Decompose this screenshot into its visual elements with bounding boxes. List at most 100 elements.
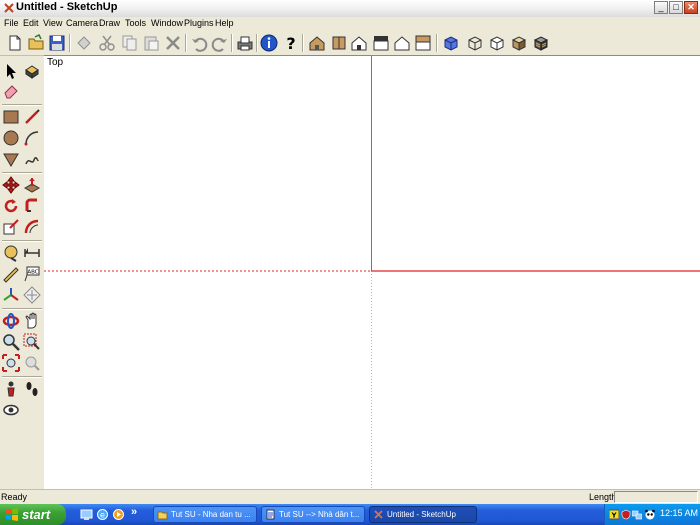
length-label: Length <box>589 492 617 502</box>
back-view-icon[interactable] <box>393 34 411 52</box>
task-item-sketchup[interactable]: Untitled - SketchUp <box>369 506 477 523</box>
front-view-icon[interactable] <box>350 34 368 52</box>
select-arrow-icon[interactable] <box>2 62 20 80</box>
quicklaunch-overflow[interactable]: » <box>131 506 137 518</box>
menu-plugins[interactable]: Plugins <box>184 18 214 28</box>
print-icon[interactable] <box>236 34 254 52</box>
menu-draw[interactable]: Draw <box>99 18 120 28</box>
panda-antivirus-icon[interactable] <box>645 509 655 520</box>
undo-icon[interactable] <box>190 34 208 52</box>
cut-icon[interactable] <box>98 34 116 52</box>
look-around-icon[interactable] <box>2 401 20 419</box>
textured-icon[interactable] <box>532 34 550 52</box>
redo-icon[interactable] <box>211 34 229 52</box>
internet-explorer-icon[interactable]: e <box>96 508 109 521</box>
left-view-icon[interactable] <box>414 34 432 52</box>
toolbar-separator <box>231 34 233 52</box>
help-icon[interactable]: ? <box>282 34 300 52</box>
hidden-line-icon[interactable] <box>488 34 506 52</box>
close-button[interactable]: ✕ <box>684 1 698 14</box>
toolbar-separator <box>256 34 258 52</box>
menu-view[interactable]: View <box>43 18 62 28</box>
minimize-button[interactable]: _ <box>654 1 668 14</box>
shield-icon[interactable] <box>621 509 631 520</box>
start-button[interactable]: start <box>0 504 66 525</box>
rotate-icon[interactable] <box>2 197 20 215</box>
right-view-icon[interactable] <box>372 34 390 52</box>
show-desktop-icon[interactable] <box>80 508 93 521</box>
menu-bar: File Edit View Camera Draw Tools Window … <box>0 17 700 31</box>
folder-icon <box>157 511 168 520</box>
erase-selection-icon[interactable] <box>75 34 93 52</box>
eraser-icon[interactable] <box>2 82 20 100</box>
axes-icon[interactable] <box>2 286 20 304</box>
move-icon[interactable] <box>2 176 20 194</box>
palette-separator <box>2 104 42 106</box>
maximize-button[interactable]: □ <box>669 1 683 14</box>
task-item-document[interactable]: Tut SU --> Nhà dân t... <box>261 506 365 523</box>
make-component-icon[interactable] <box>23 62 41 80</box>
protractor-icon[interactable] <box>2 265 20 283</box>
previous-view-icon[interactable] <box>23 354 41 372</box>
offset-icon[interactable] <box>23 218 41 236</box>
zoom-icon[interactable] <box>2 333 20 351</box>
text-tool-icon[interactable]: ABC <box>23 265 41 283</box>
xray-icon[interactable] <box>442 34 460 52</box>
rectangle-icon[interactable] <box>2 108 20 126</box>
polygon-icon[interactable] <box>2 150 20 168</box>
task-item-label: Tut SU --> Nhà dân t... <box>279 510 360 519</box>
freehand-icon[interactable] <box>23 150 41 168</box>
push-pull-icon[interactable] <box>23 176 41 194</box>
sketchup-icon <box>374 510 383 519</box>
task-item-folder[interactable]: Tut SU - Nha dan tu ... <box>153 506 257 523</box>
menu-edit[interactable]: Edit <box>23 18 39 28</box>
tape-measure-icon[interactable] <box>2 244 20 262</box>
pencil-line-icon[interactable] <box>23 108 41 126</box>
walk-icon[interactable] <box>23 380 41 398</box>
save-icon[interactable] <box>48 34 66 52</box>
3d-text-icon[interactable] <box>23 286 41 304</box>
circle-icon[interactable] <box>2 129 20 147</box>
copy-icon[interactable] <box>120 34 138 52</box>
dimension-icon[interactable] <box>23 244 41 262</box>
menu-camera[interactable]: Camera <box>66 18 98 28</box>
top-view-icon[interactable] <box>330 34 348 52</box>
zoom-extents-icon[interactable] <box>2 354 20 372</box>
document-icon <box>266 509 275 520</box>
zoom-window-icon[interactable] <box>23 333 41 351</box>
info-icon[interactable] <box>260 34 278 52</box>
palette-separator <box>2 172 42 174</box>
menu-file[interactable]: File <box>4 18 19 28</box>
new-file-icon[interactable] <box>6 34 24 52</box>
arc-icon[interactable] <box>23 129 41 147</box>
follow-me-icon[interactable] <box>23 197 41 215</box>
open-folder-icon[interactable] <box>27 34 45 52</box>
scale-icon[interactable] <box>2 218 20 236</box>
shaded-icon[interactable] <box>510 34 528 52</box>
length-input[interactable] <box>614 491 698 503</box>
palette-separator <box>2 376 42 378</box>
clock: 12:15 AM <box>660 508 699 518</box>
start-label: start <box>22 507 51 522</box>
svg-text:Y: Y <box>610 512 617 520</box>
system-tray: Y 12:15 AM <box>604 504 700 525</box>
pan-hand-icon[interactable] <box>23 312 41 330</box>
sketchup-app-icon[interactable] <box>3 2 15 14</box>
menu-tools[interactable]: Tools <box>125 18 146 28</box>
window-title: Untitled - SketchUp <box>16 1 118 13</box>
menu-window[interactable]: Window <box>151 18 183 28</box>
menu-help[interactable]: Help <box>215 18 234 28</box>
orbit-icon[interactable] <box>2 312 20 330</box>
media-player-icon[interactable] <box>112 508 125 521</box>
iso-view-icon[interactable] <box>308 34 326 52</box>
wireframe-icon[interactable] <box>466 34 484 52</box>
paste-icon[interactable] <box>142 34 160 52</box>
position-camera-icon[interactable] <box>2 380 20 398</box>
drawing-viewport[interactable]: Top <box>44 55 700 490</box>
yahoo-messenger-icon[interactable]: Y <box>609 509 619 520</box>
main-toolbar: ? <box>0 31 700 56</box>
network-icon[interactable] <box>632 509 642 520</box>
erase-icon[interactable] <box>164 34 182 52</box>
taskbar: start e » Tut SU - Nha dan tu ... Tut SU… <box>0 504 700 525</box>
toolbar-separator <box>436 34 438 52</box>
